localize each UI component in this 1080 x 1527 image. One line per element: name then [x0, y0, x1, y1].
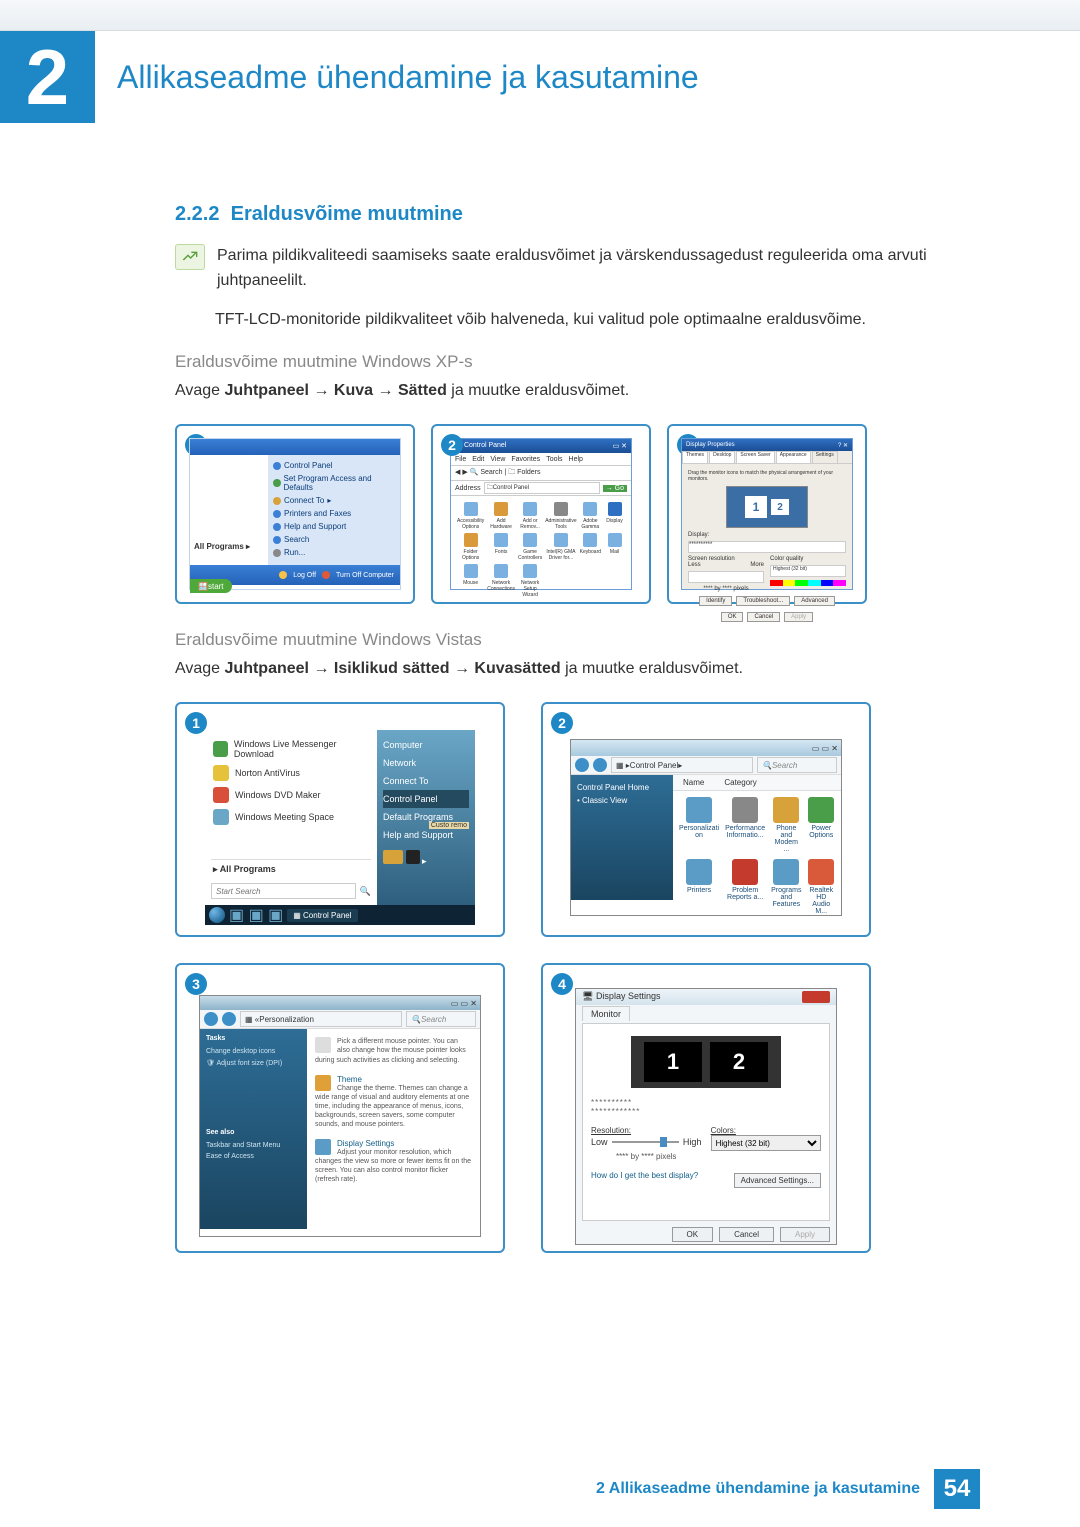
window-controls: ? ✕ [838, 442, 848, 449]
go-button: → Go [603, 485, 627, 492]
turnoff-button: Turn Off Computer [336, 572, 394, 579]
breadcrumb: ▦ « Personalization [240, 1011, 402, 1027]
vista-instruction: Avage Juhtpaneel → Isiklikud sätted → Ku… [175, 660, 980, 678]
close-icon [802, 991, 830, 1003]
section-title: Eraldusvõime muutmine [231, 203, 463, 225]
address-bar: 🗀 Control Panel [484, 482, 600, 494]
back-icon [575, 758, 589, 772]
monitor-arrange: 1 2 [726, 486, 808, 528]
vista-figure-1: 1 Windows Live Messenger Download Norton… [175, 702, 505, 937]
step-badge-1: 1 [185, 712, 207, 734]
xp-figure-1: 1 All Programs ▸ Control Panel Set Progr… [175, 424, 415, 604]
chapter-title: Allikaseadme ühendamine ja kasutamine [95, 59, 699, 96]
search-icon: 🔍 [360, 886, 371, 897]
taskbar-item: ▦ Control Panel [287, 909, 357, 922]
window-controls: ▭ ✕ [613, 442, 627, 450]
page-number: 54 [934, 1469, 980, 1509]
advanced-button: Advanced [794, 596, 835, 606]
monitor-tab: Monitor [582, 1006, 630, 1021]
monitor-arrange: 1 2 [631, 1036, 781, 1088]
colors-label: Colors: [711, 1126, 736, 1135]
settings-tab: Settings [812, 451, 838, 463]
vista-figure-3: 3 ▭ ▭ ✕ ▦ « Personalization 🔍 Search Tas… [175, 963, 505, 1253]
cancel-button: Cancel [719, 1227, 774, 1242]
xp-start-menu: All Programs ▸ Control Panel Set Program… [189, 438, 401, 590]
all-programs: All Programs ▸ [194, 539, 264, 554]
section-number: 2.2.2 [175, 203, 219, 225]
mouse-icon [315, 1037, 331, 1053]
xp-instruction: Avage Juhtpaneel → Kuva → Sätted ja muut… [175, 382, 980, 400]
logoff-button: Log Off [293, 572, 316, 579]
xp-subheading: Eraldusvõime muutmine Windows XP-s [175, 352, 980, 372]
info-text-2: TFT-LCD-monitoride pildikvaliteet võib h… [215, 308, 980, 333]
display-icon: Display [604, 502, 625, 530]
display-icon [315, 1139, 331, 1155]
mouse-pointers-group: Pick a different mouse pointer. You can … [315, 1037, 472, 1064]
resolution-slider [688, 571, 764, 583]
info-text-1: Parima pildikvaliteedi saamiseks saate e… [217, 244, 980, 294]
vista-display-settings: 🖥 Display Settings Monitor 1 2 *********… [575, 988, 837, 1245]
identify-button: Identify [699, 596, 732, 606]
page-footer: 2 Allikaseadme ühendamine ja kasutamine … [596, 1469, 980, 1509]
resolution-slider: Low High [591, 1135, 701, 1149]
vista-control-panel: ▭ ▭ ✕ ▦ ▸ Control Panel ▸ 🔍 Search Contr… [570, 739, 842, 916]
section-heading: 2.2.2 Eraldusvõime muutmine [175, 203, 980, 226]
search-input: 🔍 Search [406, 1011, 476, 1027]
step-badge-2: 2 [551, 712, 573, 734]
vista-figure-4: 4 🖥 Display Settings Monitor 1 2 *******… [541, 963, 871, 1253]
info-icon [175, 244, 205, 270]
power-button-icon [383, 850, 403, 864]
step-badge-3: 3 [185, 973, 207, 995]
theme-group: Theme Change the theme. Themes can chang… [315, 1075, 472, 1129]
xp-cp-item: Control Panel [273, 459, 396, 472]
window-controls: ▭ ▭ ✕ [812, 744, 838, 753]
ok-button: OK [721, 612, 744, 622]
start-search [211, 883, 356, 899]
window-controls: ▭ ▭ ✕ [451, 999, 477, 1008]
colors-select: Highest (32 bit) [711, 1135, 821, 1151]
vista-cp-link: Control Panel [383, 790, 469, 808]
apply-button: Apply [784, 612, 813, 622]
footer-text: 2 Allikaseadme ühendamine ja kasutamine [596, 1480, 920, 1498]
start-orb-icon [209, 907, 225, 923]
vista-start-menu: Windows Live Messenger Download Norton A… [205, 730, 475, 905]
start-button: 🪟 start [190, 579, 232, 593]
apply-button: Apply [780, 1227, 830, 1242]
vista-subheading: Eraldusvõime muutmine Windows Vistas [175, 630, 980, 650]
display-select: ********** [688, 541, 846, 553]
breadcrumb: ▦ ▸ Control Panel ▸ [611, 757, 753, 773]
theme-icon [315, 1075, 331, 1091]
chapter-header: 2 Allikaseadme ühendamine ja kasutamine [0, 31, 1080, 123]
xp-figure-2: 2 🗀 Control Panel▭ ✕ File Edit View Favo… [431, 424, 651, 604]
personalization-icon: Personalizati on [679, 797, 719, 853]
vista-personalization: ▭ ▭ ✕ ▦ « Personalization 🔍 Search Tasks… [199, 995, 481, 1237]
chapter-number: 2 [0, 31, 95, 123]
resolution-label: Resolution: [591, 1126, 631, 1135]
xp-control-panel: 🗀 Control Panel▭ ✕ File Edit View Favori… [450, 438, 632, 590]
display-settings-group: Display Settings Adjust your monitor res… [315, 1139, 472, 1184]
forward-icon [593, 758, 607, 772]
cancel-button: Cancel [747, 612, 780, 622]
back-icon [204, 1012, 218, 1026]
color-select: Highest (32 bit) [770, 565, 846, 577]
advanced-settings-button: Advanced Settings... [734, 1173, 821, 1188]
top-bar [0, 0, 1080, 31]
lock-icon [406, 850, 420, 864]
forward-icon [222, 1012, 236, 1026]
xp-display-properties: Display Properties? ✕ Themes Desktop Scr… [681, 438, 853, 590]
vista-taskbar: ▣ ▣ ▣ ▦ Control Panel [205, 905, 475, 925]
ok-button: OK [672, 1227, 714, 1242]
all-programs: ▸ All Programs [211, 859, 371, 879]
vista-figure-2: 2 ▭ ▭ ✕ ▦ ▸ Control Panel ▸ 🔍 Search Con… [541, 702, 871, 937]
search-input: 🔍 Search [757, 757, 837, 773]
troubleshoot-button: Troubleshoot... [736, 596, 790, 606]
xp-figure-3: 3 Display Properties? ✕ Themes Desktop S… [667, 424, 867, 604]
cp-icon: Accessibility Options [457, 502, 484, 530]
step-badge-4: 4 [551, 973, 573, 995]
